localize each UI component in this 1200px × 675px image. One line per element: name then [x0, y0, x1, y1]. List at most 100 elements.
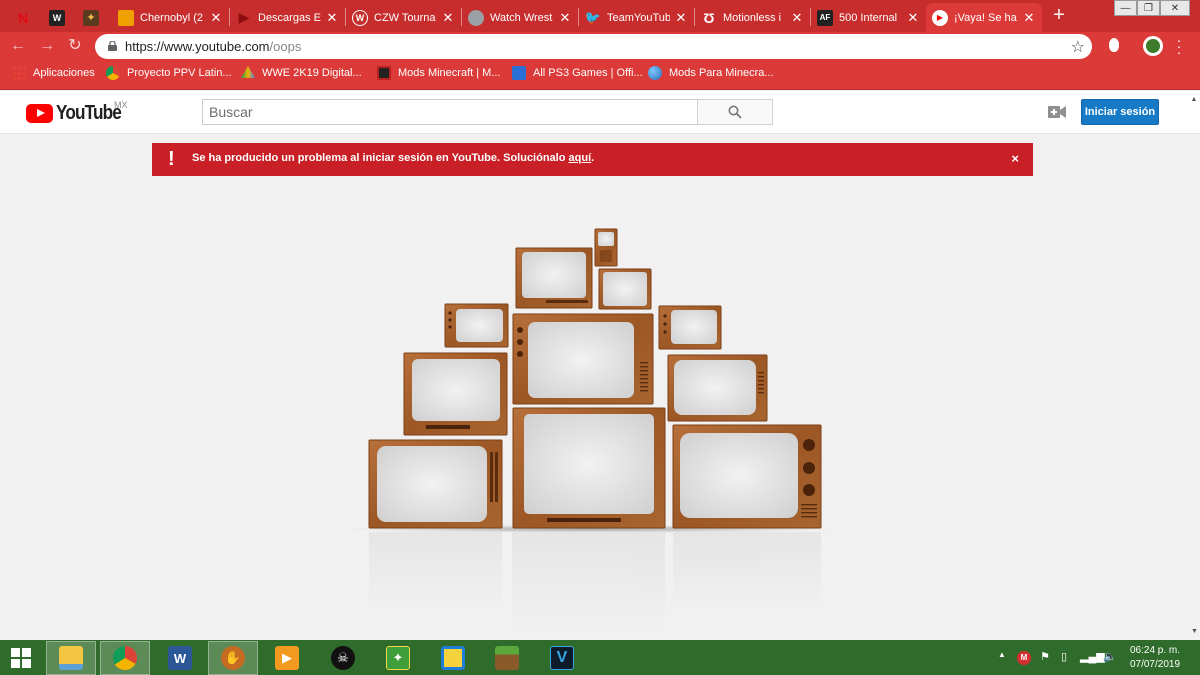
reload-button[interactable]: ↻: [65, 36, 85, 56]
window-close-button[interactable]: ✕: [1160, 0, 1190, 16]
game-link-icon: ✦: [386, 646, 410, 670]
bookmark-apps[interactable]: Aplicaciones: [12, 66, 95, 80]
taskbar-word[interactable]: W: [155, 641, 205, 675]
error-message: Se ha producido un problema al iniciar s…: [192, 152, 594, 164]
start-button[interactable]: [0, 641, 42, 675]
error-banner: ! Se ha producido un problema al iniciar…: [152, 143, 1033, 176]
taskbar-chrome[interactable]: [100, 641, 150, 675]
taskbar-file-explorer[interactable]: [46, 641, 96, 675]
scroll-down-arrow[interactable]: ▼: [1189, 628, 1200, 636]
signal-tray-icon[interactable]: ▂▄▆: [1080, 650, 1105, 663]
tv-bottom-left: [368, 439, 503, 529]
star-icon[interactable]: ☆: [1071, 37, 1085, 57]
bookmark-label: Mods Minecraft | M...: [398, 67, 501, 79]
bookmark-wwe-2k19[interactable]: WWE 2K19 Digital...: [241, 66, 362, 80]
forward-button[interactable]: →: [37, 36, 57, 56]
close-icon[interactable]: ✕: [674, 10, 688, 26]
bookmarks-bar: Aplicaciones Proyecto PPV Latin... WWE 2…: [0, 60, 1200, 90]
bookmark-label: All PS3 Games | Offi...: [533, 67, 643, 79]
tab-wwe[interactable]: W: [42, 3, 72, 32]
tab-youtube-active[interactable]: ▶ ¡Vaya! Se ha ✕: [926, 3, 1042, 32]
battery-tray-icon[interactable]: ▯: [1061, 650, 1067, 663]
bookmark-mods-minecraft[interactable]: Mods Minecraft | M...: [377, 66, 501, 80]
taskbar-minecraft[interactable]: [482, 641, 532, 675]
ps3-icon: [512, 66, 526, 80]
youtube-icon: ▶: [932, 9, 948, 26]
tv-top-right: [598, 268, 652, 310]
flag-tray-icon[interactable]: ⚑: [1040, 650, 1050, 663]
tab-netflix[interactable]: N: [8, 3, 38, 32]
back-button[interactable]: ←: [8, 36, 28, 56]
fix-link[interactable]: aquí: [569, 152, 592, 164]
region-code: MX: [114, 100, 128, 110]
tab-title: TeamYouTub: [607, 11, 670, 24]
profile-avatar[interactable]: [1143, 36, 1163, 56]
bookmark-icon: [118, 9, 134, 26]
bookmark-label: Aplicaciones: [33, 67, 95, 79]
tab-title: CZW Tourna: [374, 11, 436, 24]
windows-taskbar: W ✋ ▶ ☠ ✦ V ▲ M ⚑ ▯ ▂▄▆ 🔈: [0, 640, 1200, 675]
extension-icon[interactable]: [1109, 38, 1119, 52]
new-tab-button[interactable]: +: [1047, 5, 1071, 27]
game-icon: ✦: [83, 9, 99, 26]
scroll-up-arrow[interactable]: ▲: [1188, 96, 1200, 104]
close-icon[interactable]: ✕: [441, 10, 455, 26]
tray-expand-icon[interactable]: ▲: [998, 650, 1006, 659]
search-button[interactable]: [697, 99, 773, 125]
tab-title: Motionless i: [723, 11, 782, 24]
minimize-button[interactable]: —: [1114, 0, 1137, 16]
close-icon[interactable]: ✕: [1022, 10, 1036, 26]
taskbar-geometry-dash[interactable]: [428, 641, 478, 675]
media-player-icon: ▶: [275, 646, 299, 670]
tab-chernobyl[interactable]: Chernobyl (2 ✕: [112, 3, 229, 32]
motionless-icon: Ʊ: [703, 9, 715, 26]
video-camera-icon[interactable]: [1048, 105, 1066, 119]
close-icon[interactable]: ✕: [209, 10, 223, 26]
minecraft-grass-icon: [495, 646, 519, 670]
youtube-play-icon: [26, 104, 53, 123]
taskbar-vegas[interactable]: V: [537, 641, 587, 675]
tv-bottom-center: [512, 407, 666, 529]
signin-button[interactable]: Iniciar sesión: [1081, 99, 1159, 125]
tab-500-internal[interactable]: AF 500 Internal ✕: [811, 3, 926, 32]
error-text: Se ha producido un problema al iniciar s…: [192, 152, 569, 164]
tab-teamyoutube[interactable]: 🐦 TeamYouTub ✕: [579, 3, 694, 32]
system-clock[interactable]: 06:24 p. m. 07/07/2019: [1120, 644, 1190, 672]
close-icon[interactable]: ✕: [906, 10, 920, 26]
word-icon: W: [168, 646, 192, 670]
menu-icon[interactable]: · · ·: [1176, 33, 1182, 59]
bookmark-proyecto-ppv[interactable]: Proyecto PPV Latin...: [106, 66, 232, 80]
tab-motionless[interactable]: Ʊ Motionless i ✕: [695, 3, 810, 32]
tab-watch-wrestling[interactable]: Watch Wrest ✕: [462, 3, 578, 32]
tab-game[interactable]: ✦: [76, 3, 106, 32]
close-icon[interactable]: ✕: [558, 10, 572, 26]
tab-czw[interactable]: W CZW Tourna ✕: [346, 3, 461, 32]
bookmark-mods-para-minecraft[interactable]: Mods Para Minecra...: [648, 66, 774, 80]
antivirus-tray-icon[interactable]: M: [1017, 651, 1031, 665]
tv-mid-left: [403, 352, 508, 436]
search-box[interactable]: [202, 99, 698, 125]
volume-tray-icon[interactable]: 🔈: [1103, 650, 1117, 663]
taskbar-media[interactable]: ▶: [262, 641, 312, 675]
wwe-icon: W: [49, 9, 65, 26]
close-icon[interactable]: ✕: [790, 10, 804, 26]
tv-small-right: [658, 305, 722, 350]
taskbar-mask-app[interactable]: ☠: [318, 641, 368, 675]
tab-title: 500 Internal: [839, 11, 898, 24]
drive-icon: [241, 66, 255, 78]
tab-title: Descargas Ev: [258, 11, 321, 24]
taskbar-game-link[interactable]: ✦: [373, 641, 423, 675]
address-bar[interactable]: https://www.youtube.com/oops ☆: [95, 34, 1092, 59]
taskbar-baseball[interactable]: ✋: [208, 641, 258, 675]
search-input[interactable]: [203, 100, 698, 124]
bookmark-ps3-games[interactable]: All PS3 Games | Offi...: [512, 66, 643, 80]
tab-descargas[interactable]: ▶ Descargas Ev ✕: [230, 3, 345, 32]
close-banner-icon[interactable]: ×: [1011, 151, 1019, 166]
tab-strip: N W ✦ Chernobyl (2 ✕ ▶ Descargas Ev ✕ W …: [0, 0, 1200, 32]
file-explorer-icon: [59, 646, 83, 670]
wordpress-icon: W: [352, 9, 368, 26]
restore-button[interactable]: ❐: [1137, 0, 1160, 16]
close-icon[interactable]: ✕: [325, 10, 339, 26]
windows-start-icon: [11, 648, 31, 668]
chrome-icon: [106, 66, 120, 80]
